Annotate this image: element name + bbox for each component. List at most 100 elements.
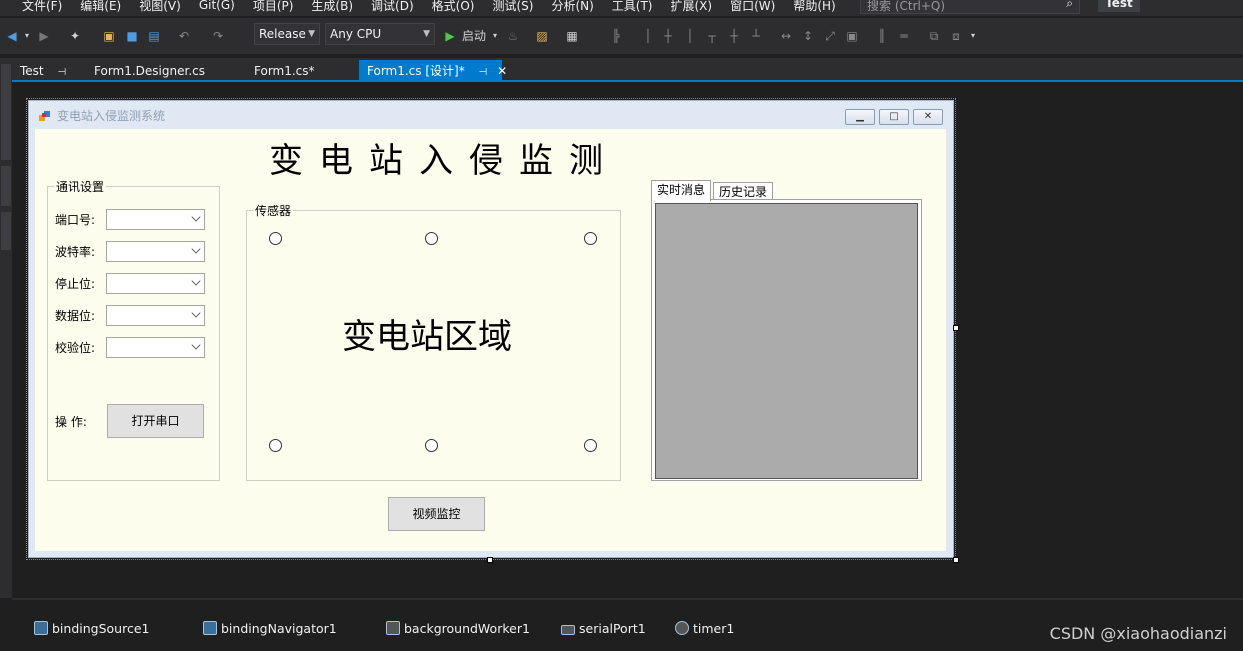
minimize-button[interactable]: ▁ bbox=[845, 109, 875, 125]
same-height-icon[interactable]: ↕ bbox=[800, 26, 816, 46]
open-port-button[interactable]: 打开串口 bbox=[107, 404, 204, 438]
same-size-icon[interactable]: ⤢ bbox=[822, 26, 838, 46]
align-centers-icon[interactable]: ┼ bbox=[660, 26, 676, 46]
configuration-select[interactable]: Release ▼ bbox=[254, 23, 320, 45]
sensor-radio[interactable] bbox=[584, 232, 597, 245]
grid-icon[interactable]: ▦ bbox=[564, 26, 580, 46]
baud-rate-select[interactable] bbox=[106, 241, 205, 262]
component-tray: bindingSource1 bindingNavigator1 backgro… bbox=[12, 598, 1243, 651]
horizontal-spacing-icon[interactable]: ║ bbox=[874, 26, 890, 46]
data-bits-select[interactable] bbox=[106, 305, 205, 326]
resize-handle-bottom[interactable] bbox=[487, 557, 493, 563]
align-bottoms-icon[interactable]: ┴ bbox=[748, 26, 764, 46]
search-input[interactable]: 搜索 (Ctrl+Q) ⌕ bbox=[860, 0, 1080, 14]
bring-to-front-icon[interactable]: ⧉ bbox=[926, 26, 942, 46]
video-monitor-button[interactable]: 视频监控 bbox=[388, 497, 485, 531]
resize-handle-right[interactable] bbox=[953, 325, 959, 331]
tab-realtime-messages[interactable]: 实时消息 bbox=[651, 180, 712, 201]
component-binding-source[interactable]: bindingSource1 bbox=[34, 621, 149, 636]
open-folder-icon[interactable]: ▣ bbox=[100, 26, 118, 46]
window-title: 变电站入侵监测系统 bbox=[57, 109, 166, 123]
menu-analyze[interactable]: 分析(N) bbox=[542, 0, 602, 14]
menu-file[interactable]: 文件(F) bbox=[0, 0, 71, 14]
component-timer[interactable]: timer1 bbox=[675, 621, 734, 636]
sensor-radio[interactable] bbox=[584, 439, 597, 452]
size-to-grid-icon[interactable]: ▣ bbox=[844, 26, 860, 46]
sensor-group: 传感器 变电站区域 bbox=[246, 202, 621, 481]
menu-extensions[interactable]: 扩展(X) bbox=[661, 0, 721, 14]
data-bits-label: 数据位: bbox=[55, 309, 96, 323]
browse-icon[interactable]: ▨ bbox=[534, 26, 550, 46]
sensor-radio[interactable] bbox=[425, 232, 438, 245]
menu-git[interactable]: Git(G) bbox=[190, 0, 244, 12]
menu-debug[interactable]: 调试(D) bbox=[362, 0, 423, 14]
menu-test[interactable]: 测试(S) bbox=[483, 0, 542, 14]
search-icon[interactable]: ⌕ bbox=[1066, 0, 1073, 11]
component-binding-navigator[interactable]: bindingNavigator1 bbox=[203, 621, 337, 636]
align-to-grid-icon[interactable]: ╠ bbox=[608, 26, 624, 46]
menu-view[interactable]: 视图(V) bbox=[130, 0, 190, 14]
document-tab-bar: Test ⊣ Form1.Designer.cs Form1.cs* Form1… bbox=[12, 58, 1243, 82]
save-icon[interactable]: ■ bbox=[124, 26, 140, 46]
menu-build[interactable]: 生成(B) bbox=[302, 0, 362, 14]
message-list[interactable] bbox=[655, 203, 918, 479]
tab-form1-cs[interactable]: Form1.cs* bbox=[246, 60, 323, 82]
start-dropdown-icon[interactable]: ▾ bbox=[490, 26, 500, 46]
background-worker-icon bbox=[386, 621, 400, 635]
align-middles-icon[interactable]: ┼ bbox=[726, 26, 742, 46]
menu-format[interactable]: 格式(O) bbox=[423, 0, 484, 14]
redo-icon[interactable]: ↷ bbox=[210, 26, 226, 46]
group-title: 传感器 bbox=[253, 202, 294, 219]
menu-project[interactable]: 项目(P) bbox=[244, 0, 303, 14]
undo-icon[interactable]: ↶ bbox=[176, 26, 192, 46]
page-title: 变电站入侵监测 bbox=[269, 141, 619, 181]
new-project-icon[interactable]: ✦ bbox=[66, 26, 84, 46]
parity-select[interactable] bbox=[106, 337, 205, 358]
platform-value: Any CPU bbox=[330, 27, 382, 41]
group-title: 通讯设置 bbox=[54, 178, 107, 195]
align-tops-icon[interactable]: ┬ bbox=[704, 26, 720, 46]
stop-bits-select[interactable] bbox=[106, 273, 205, 294]
vertical-spacing-icon[interactable]: ═ bbox=[896, 26, 912, 46]
align-rights-icon[interactable]: │ bbox=[682, 26, 698, 46]
tab-history[interactable]: 历史记录 bbox=[713, 182, 774, 200]
align-lefts-icon[interactable]: │ bbox=[640, 26, 656, 46]
start-icon[interactable]: ▶ bbox=[444, 26, 456, 46]
send-to-back-icon[interactable]: ⧈ bbox=[948, 26, 964, 46]
close-icon[interactable]: ✕ bbox=[497, 64, 507, 78]
sensor-radio[interactable] bbox=[425, 439, 438, 452]
tab-form1-design[interactable]: Form1.cs [设计]* ⊣ ✕ bbox=[359, 60, 507, 82]
toolbar-overflow-icon[interactable]: ▾ bbox=[968, 26, 978, 46]
toolbox-tab[interactable] bbox=[1, 64, 11, 160]
component-serial-port[interactable]: serialPort1 bbox=[561, 621, 646, 636]
component-background-worker[interactable]: backgroundWorker1 bbox=[386, 621, 530, 636]
platform-select[interactable]: Any CPU ▼ bbox=[325, 23, 435, 45]
close-button[interactable]: ✕ bbox=[913, 109, 943, 125]
sensor-radio[interactable] bbox=[269, 439, 282, 452]
back-icon[interactable]: ◀ bbox=[4, 26, 20, 46]
menu-tools[interactable]: 工具(T) bbox=[603, 0, 662, 14]
data-sources-tab[interactable] bbox=[1, 212, 11, 250]
start-button-label[interactable]: 启动 bbox=[460, 26, 488, 46]
save-all-icon[interactable]: ▤ bbox=[146, 26, 162, 46]
tab-form1-designer-cs[interactable]: Form1.Designer.cs bbox=[86, 60, 213, 82]
port-select[interactable] bbox=[106, 209, 205, 230]
back-dropdown-icon[interactable]: ▾ bbox=[22, 26, 32, 46]
menu-edit[interactable]: 编辑(E) bbox=[71, 0, 130, 14]
resize-handle-corner[interactable] bbox=[953, 557, 959, 563]
forward-icon[interactable]: ▶ bbox=[36, 26, 52, 46]
menu-help[interactable]: 帮助(H) bbox=[784, 0, 844, 14]
server-explorer-tab[interactable] bbox=[1, 166, 11, 206]
toolbar: ◀ ▾ ▶ ✦ ▣ ■ ▤ ↶ ↷ Release ▼ Any CPU ▼ ▶ … bbox=[0, 18, 1243, 54]
chevron-down-icon bbox=[191, 212, 201, 222]
component-label: timer1 bbox=[693, 621, 735, 636]
maximize-button[interactable]: □ bbox=[879, 109, 909, 125]
pin-icon[interactable]: ⊣ bbox=[479, 67, 488, 78]
same-width-icon[interactable]: ↔ bbox=[778, 26, 794, 46]
menu-window[interactable]: 窗口(W) bbox=[721, 0, 784, 14]
pin-icon[interactable]: ⊣ bbox=[57, 67, 66, 78]
tab-test[interactable]: Test ⊣ bbox=[12, 60, 74, 82]
area-label: 变电站区域 bbox=[342, 317, 512, 357]
sensor-radio[interactable] bbox=[269, 232, 282, 245]
hot-reload-icon[interactable]: ♨ bbox=[506, 26, 520, 46]
